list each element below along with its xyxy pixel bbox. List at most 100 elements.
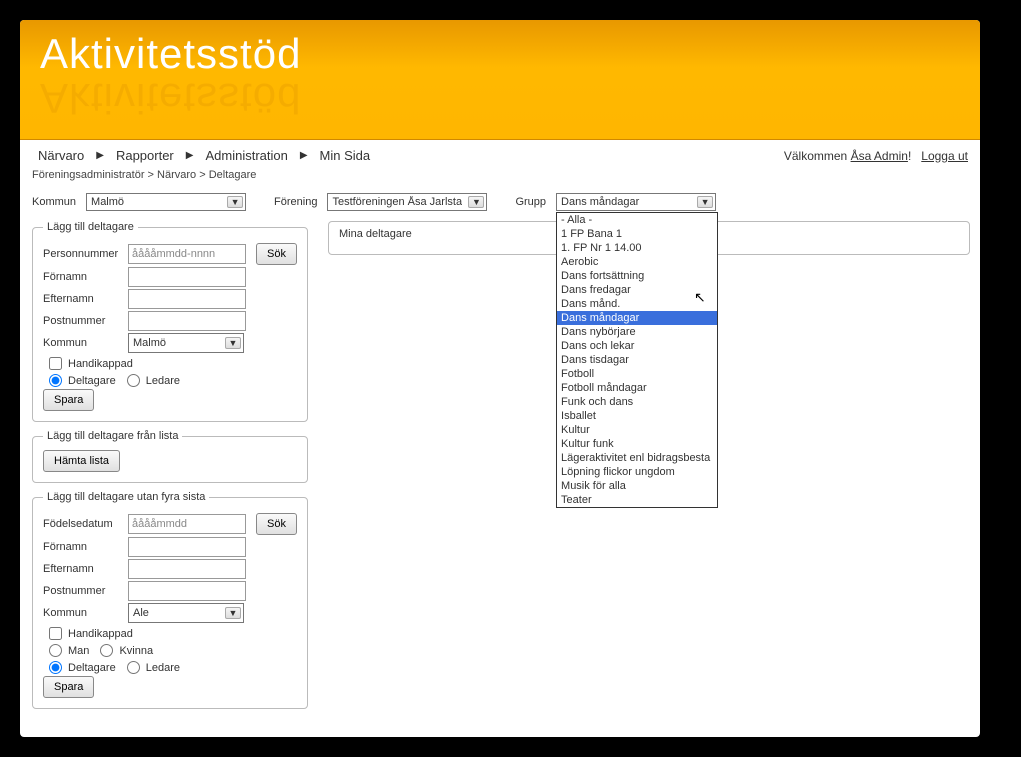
personnummer-label: Personnummer: [43, 248, 128, 260]
grupp-label: Grupp: [515, 196, 546, 208]
grupp-option[interactable]: - Alla -: [557, 213, 717, 227]
nav-rapporter[interactable]: Rapporter: [110, 148, 180, 163]
grupp-option[interactable]: Fotboll måndagar: [557, 381, 717, 395]
forening-label: Förening: [274, 196, 317, 208]
grupp-option[interactable]: Dans månd.: [557, 297, 717, 311]
grupp-option[interactable]: Dans fortsättning: [557, 269, 717, 283]
efternamn-input-2[interactable]: [128, 559, 246, 579]
kommun-label-2: Kommun: [43, 337, 128, 349]
grupp-dropdown-list[interactable]: - Alla -1 FP Bana 11. FP Nr 1 14.00Aerob…: [556, 212, 718, 508]
nav-min-sida[interactable]: Min Sida: [314, 148, 377, 163]
kommun-select[interactable]: Malmö ▼: [86, 193, 246, 211]
deltagare-radio-2[interactable]: [49, 661, 62, 674]
forening-select-value: Testföreningen Åsa Jarlstam: [332, 196, 462, 208]
spara-button[interactable]: Spara: [43, 389, 94, 411]
postnummer-input[interactable]: [128, 311, 246, 331]
ledare-label: Ledare: [146, 375, 180, 387]
grupp-option[interactable]: Kultur: [557, 423, 717, 437]
add-participant-legend: Lägg till deltagare: [43, 221, 138, 233]
chevron-down-icon: ▼: [225, 607, 241, 619]
chevron-down-icon: ▼: [227, 196, 243, 208]
forening-select[interactable]: Testföreningen Åsa Jarlstam ▼: [327, 193, 487, 211]
fodelsedatum-input[interactable]: [128, 514, 246, 534]
spara-button-2[interactable]: Spara: [43, 676, 94, 698]
kommun-value-2: Malmö: [133, 337, 166, 349]
grupp-option[interactable]: Fotboll: [557, 367, 717, 381]
hamta-lista-button[interactable]: Hämta lista: [43, 450, 120, 472]
personnummer-input[interactable]: [128, 244, 246, 264]
add-from-list-legend: Lägg till deltagare från lista: [43, 430, 182, 442]
deltagare-label: Deltagare: [68, 375, 116, 387]
mina-deltagare-label: Mina deltagare: [339, 228, 412, 240]
kommun-select-3[interactable]: Ale ▼: [128, 603, 244, 623]
kommun-value-3: Ale: [133, 607, 149, 619]
kommun-label: Kommun: [32, 196, 76, 208]
app-logo: Aktivitetsstöd: [40, 30, 301, 78]
logo-wrap: Aktivitetsstöd Aktivitetsstöd: [40, 30, 301, 78]
grupp-option[interactable]: Lägeraktivitet enl bidragsbesta: [557, 451, 717, 465]
grupp-option[interactable]: 1 FP Bana 1: [557, 227, 717, 241]
grupp-option[interactable]: Dans tisdagar: [557, 353, 717, 367]
grupp-option[interactable]: Teater: [557, 493, 717, 507]
grupp-option[interactable]: Dans måndagar: [557, 311, 717, 325]
grupp-option[interactable]: Funk och dans: [557, 395, 717, 409]
add-without-four-panel: Lägg till deltagare utan fyra sista Föde…: [32, 491, 308, 709]
fornamn-input[interactable]: [128, 267, 246, 287]
ledare-label-2: Ledare: [146, 662, 180, 674]
filter-bar: Kommun Malmö ▼ Förening Testföreningen Å…: [20, 187, 980, 221]
ledare-radio-2[interactable]: [127, 661, 140, 674]
kvinna-radio[interactable]: [100, 644, 113, 657]
fornamn-input-2[interactable]: [128, 537, 246, 557]
grupp-option[interactable]: Isballet: [557, 409, 717, 423]
chevron-down-icon: ▼: [697, 196, 713, 208]
handikappad-checkbox[interactable]: [49, 357, 62, 370]
user-area: Välkommen Åsa Admin! Logga ut: [784, 149, 968, 163]
efternamn-input[interactable]: [128, 289, 246, 309]
grupp-option[interactable]: Musik för alla: [557, 479, 717, 493]
fodelsedatum-label: Födelsedatum: [43, 518, 128, 530]
postnummer-label-2: Postnummer: [43, 585, 128, 597]
add-without-four-legend: Lägg till deltagare utan fyra sista: [43, 491, 209, 503]
nav-narvaro[interactable]: Närvaro: [32, 148, 90, 163]
fornamn-label: Förnamn: [43, 271, 128, 283]
grupp-select-value: Dans måndagar: [561, 196, 639, 208]
grupp-select[interactable]: Dans måndagar ▼: [556, 193, 716, 211]
handikappad-label-2: Handikappad: [68, 628, 133, 640]
top-nav: Närvaro ▶ Rapporter ▶ Administration ▶ M…: [20, 140, 980, 167]
chevron-down-icon: ▼: [225, 337, 241, 349]
grupp-option[interactable]: Dans och lekar: [557, 339, 717, 353]
chevron-right-icon: ▶: [180, 150, 200, 161]
chevron-right-icon: ▶: [90, 150, 110, 161]
breadcrumb: Föreningsadministratör > Närvaro > Delta…: [20, 167, 980, 187]
man-radio[interactable]: [49, 644, 62, 657]
grupp-option[interactable]: Löpning flickor ungdom: [557, 465, 717, 479]
sok-button[interactable]: Sök: [256, 243, 297, 265]
welcome-text: Välkommen: [784, 149, 851, 163]
kvinna-label: Kvinna: [119, 645, 153, 657]
efternamn-label: Efternamn: [43, 293, 128, 305]
grupp-option[interactable]: Kultur funk: [557, 437, 717, 451]
grupp-option[interactable]: Dans nybörjare: [557, 325, 717, 339]
user-link[interactable]: Åsa Admin: [851, 149, 908, 163]
kommun-select-value: Malmö: [91, 196, 124, 208]
deltagare-label-2: Deltagare: [68, 662, 116, 674]
handikappad-label: Handikappad: [68, 358, 133, 370]
header: Aktivitetsstöd Aktivitetsstöd: [20, 20, 980, 140]
add-participant-panel: Lägg till deltagare Personnummer Sök För…: [32, 221, 308, 422]
postnummer-input-2[interactable]: [128, 581, 246, 601]
add-from-list-panel: Lägg till deltagare från lista Hämta lis…: [32, 430, 308, 483]
grupp-option[interactable]: 1. FP Nr 1 14.00: [557, 241, 717, 255]
grupp-option[interactable]: Dans fredagar: [557, 283, 717, 297]
grupp-option[interactable]: Aerobic: [557, 255, 717, 269]
sok-button-2[interactable]: Sök: [256, 513, 297, 535]
deltagare-radio[interactable]: [49, 374, 62, 387]
handikappad-checkbox-2[interactable]: [49, 627, 62, 640]
kommun-select-2[interactable]: Malmö ▼: [128, 333, 244, 353]
kommun-label-3: Kommun: [43, 607, 128, 619]
postnummer-label: Postnummer: [43, 315, 128, 327]
nav-administration[interactable]: Administration: [199, 148, 293, 163]
chevron-down-icon: ▼: [468, 196, 484, 208]
logout-link[interactable]: Logga ut: [921, 149, 968, 163]
efternamn-label-2: Efternamn: [43, 563, 128, 575]
ledare-radio[interactable]: [127, 374, 140, 387]
